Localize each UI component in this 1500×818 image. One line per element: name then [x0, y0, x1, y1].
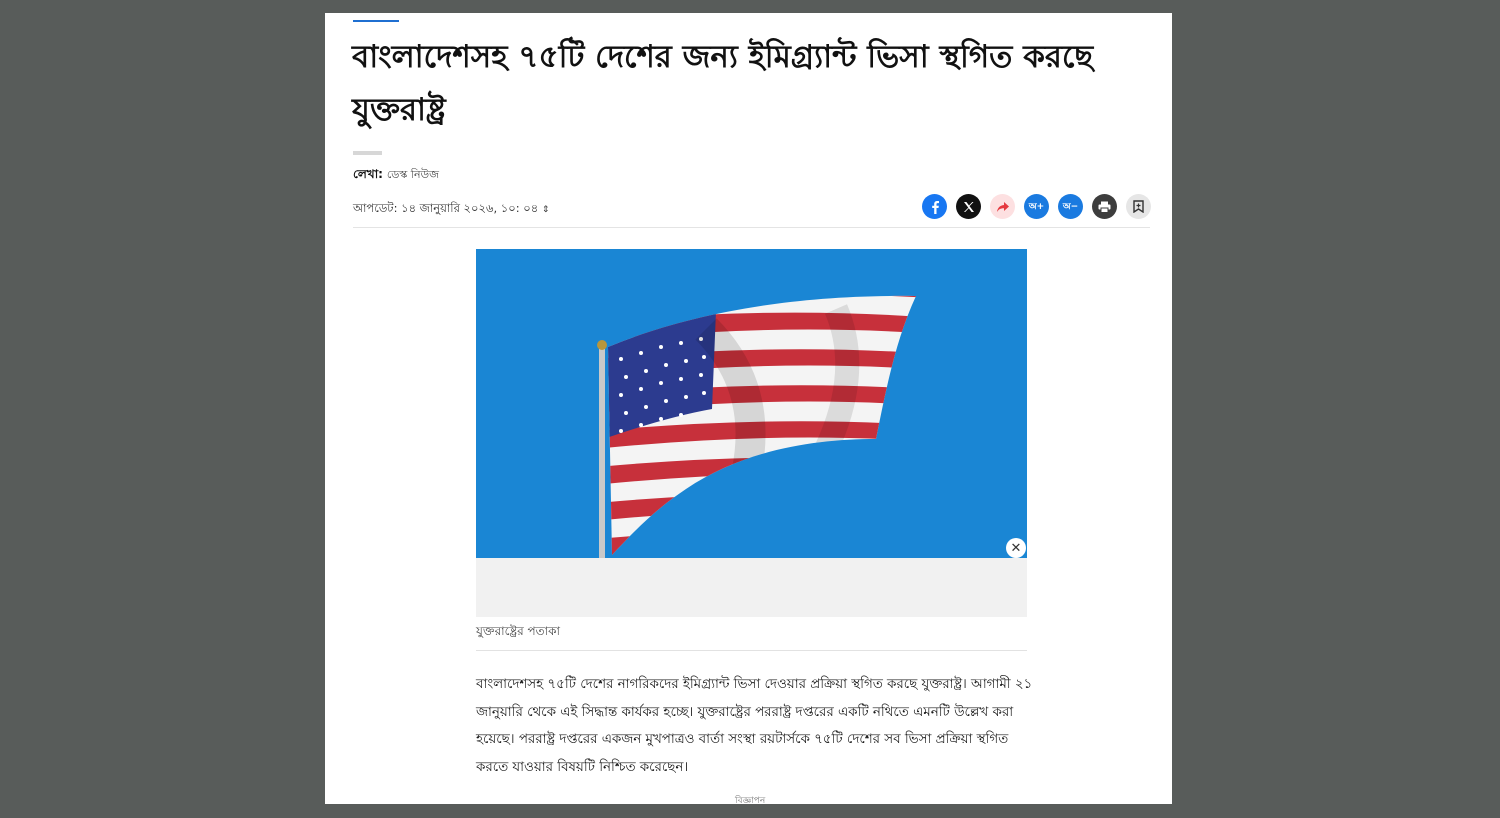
image-caption: যুক্তরাষ্ট্রের পতাকা [476, 624, 561, 638]
article-headline: বাংলাদেশসহ ৭৫টি দেশের জন্য ইমিগ্র্যান্ট … [352, 39, 1094, 128]
header-divider [353, 227, 1150, 228]
advertisement-label: বিজ্ঞাপন [735, 796, 766, 804]
headline-separator [353, 151, 382, 155]
byline-label: লেখা: [353, 167, 383, 181]
share-icon [996, 201, 1009, 212]
article-page: বাংলাদেশসহ ৭৫টি দেশের জন্য ইমিগ্র্যান্ট … [325, 13, 1172, 804]
byline-source[interactable]: ডেস্ক নিউজ [387, 168, 439, 181]
updated-text: আপডেট: ১৪ জানুয়ারি ২০২৬, ১০: ০৪ [353, 201, 539, 215]
font-decrease-icon: অ− [1062, 202, 1079, 212]
caption-divider [476, 650, 1027, 651]
close-icon: ✕ [1010, 540, 1022, 556]
font-increase-icon: অ+ [1028, 202, 1045, 212]
us-flag-image [476, 249, 1027, 558]
x-share-button[interactable] [956, 194, 981, 219]
print-button[interactable] [1092, 194, 1117, 219]
bookmark-icon [1133, 200, 1144, 213]
font-decrease-button[interactable]: অ− [1058, 194, 1083, 219]
print-icon [1098, 201, 1111, 213]
byline: লেখা: ডেস্ক নিউজ [353, 166, 439, 186]
facebook-icon [931, 200, 939, 214]
font-increase-button[interactable]: অ+ [1024, 194, 1049, 219]
facebook-share-button[interactable] [922, 194, 947, 219]
chevron-icon[interactable]: ⇕ [542, 205, 550, 215]
updated-timestamp: আপডেট: ১৪ জানুয়ারি ২০২৬, ১০: ০৪ ⇕ [353, 200, 549, 219]
article-image-container: ✕ [476, 249, 1027, 617]
bookmark-button[interactable] [1126, 194, 1151, 219]
close-overlay-button[interactable]: ✕ [1006, 538, 1026, 558]
share-button[interactable] [990, 194, 1015, 219]
x-icon [963, 201, 974, 212]
article-body-paragraph: বাংলাদেশসহ ৭৫টি দেশের নাগরিকদের ইমিগ্র্য… [476, 677, 1033, 775]
category-link-underline[interactable] [353, 13, 399, 22]
share-toolbar: অ+ অ− [922, 194, 1151, 219]
